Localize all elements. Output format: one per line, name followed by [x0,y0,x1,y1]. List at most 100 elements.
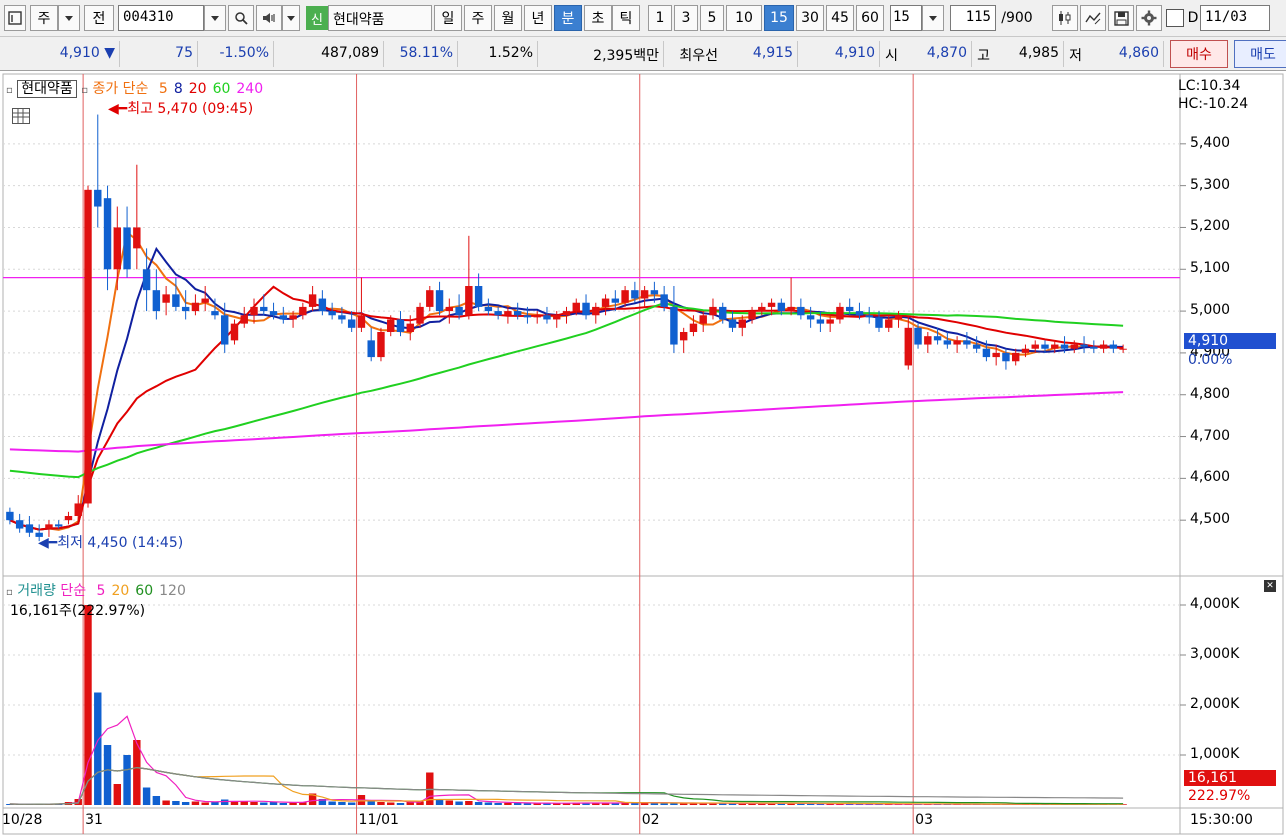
stock-code-input[interactable]: 004310 [118,5,204,31]
ma-label: 60 [135,583,154,599]
x-axis-label: 02 [641,812,660,828]
low-note-text: 최저 4,450 (14:45) [57,535,184,551]
volume-toggle-icon[interactable]: ▫ [6,587,13,598]
candle-body [582,302,590,316]
candle-body [465,286,473,316]
date-label-text: D [1187,10,1199,26]
tab-interval-label: 3 [681,10,691,26]
volume-bar [113,784,122,805]
legend-toggle-icon[interactable]: ▫ [81,85,88,96]
sell-button[interactable]: 매도 [1234,40,1286,68]
high-price: 4,985 [994,41,1064,67]
candle-body [64,516,73,521]
tab-interval-4[interactable]: 15 [764,5,794,31]
candle-body [767,302,776,307]
best-bid-value: 4,910 [834,45,875,61]
volume-bar [377,802,385,805]
save-icon[interactable] [1108,5,1134,31]
best-bid: 4,910 [798,41,880,67]
speaker-icon[interactable] [256,5,282,31]
candle-body [1109,344,1118,349]
tab-period-0[interactable]: 일 [434,5,462,31]
current-price-value: 4,910 [59,45,100,61]
candle-body [738,319,746,328]
tab-interval-2[interactable]: 5 [700,5,724,31]
chart-menu-icon[interactable] [4,5,26,31]
tab-period-2[interactable]: 월 [494,5,522,31]
volume-tag: 16,161 [1184,770,1276,786]
tab-interval-7[interactable]: 60 [856,5,884,31]
candle-body [982,348,991,358]
tab-period-6[interactable]: 틱 [612,5,640,31]
candle-body [611,298,620,303]
tab-interval-3[interactable]: 10 [726,5,762,31]
gear-icon[interactable] [1136,5,1162,31]
interval-value: 15 [893,9,910,25]
high-arrow-icon: ◀━ [108,101,128,117]
volume-bar [484,802,493,805]
interval-input[interactable]: 15 [890,5,922,31]
candle-body [240,315,248,324]
volume-ma-labels: 5 20 60 120 [91,583,186,599]
table-grid-icon[interactable] [12,108,30,124]
date-input[interactable]: 11/03 [1200,5,1270,31]
stock-name-display[interactable]: 현대약품 [328,5,432,31]
tab-interval-6[interactable]: 45 [826,5,854,31]
candle-type-icon[interactable] [1052,5,1078,31]
tab-interval-0[interactable]: 1 [648,5,672,31]
tab-period-label: 일 [441,11,455,27]
tab-period-4[interactable]: 분 [554,5,582,31]
market-select[interactable]: 주 [30,5,58,31]
tab-period-1[interactable]: 주 [464,5,492,31]
ma-label: 5 [158,81,168,97]
tab-interval-5[interactable]: 30 [796,5,824,31]
buy-button[interactable]: 매수 [1170,40,1228,68]
panel-toggle-icon[interactable]: ▫ [6,85,13,96]
market-dropdown-icon[interactable] [58,5,80,31]
stock-chart[interactable]: ▫ 현대약품 ▫ 종가 단순 5 8 20 60 240 ◀━최고 5,470 (09:… [0,72,1286,837]
candle-body [816,319,825,324]
speaker-dropdown-icon[interactable] [282,5,300,31]
candle-body [357,315,366,328]
volume-bar [513,803,522,805]
candle-body [338,315,346,320]
candle-body [289,315,297,320]
axis-tick-label: 4,800 [1190,385,1231,402]
buy-button-label: 매수 [1186,47,1212,63]
close-panel-icon[interactable]: ✕ [1264,580,1276,592]
candle-body [347,319,356,328]
code-dropdown-icon[interactable] [204,5,226,31]
candle-body [1031,344,1039,349]
candle-body [894,315,903,320]
tab-period-3[interactable]: 년 [524,5,552,31]
tab-interval-1[interactable]: 3 [674,5,698,31]
candle-body [592,306,600,316]
volume-bar [123,755,131,805]
stock-code-value: 004310 [123,9,174,25]
volume-bar [211,802,219,805]
period-mode-button[interactable]: 전 [84,5,114,31]
candle-body [396,319,405,332]
interval-dropdown-icon[interactable] [922,5,944,31]
price-ma-labels: 5 8 20 60 240 [153,81,263,97]
volume-bar [396,803,405,805]
candle-body [406,323,414,332]
date-checkbox[interactable] [1166,9,1184,27]
indicator-icon[interactable] [1080,5,1106,31]
credit-badge: 신 [306,6,328,30]
tab-interval-label: 30 [801,10,819,26]
volume-bar [250,802,258,805]
best-quote-label: 최우선 [664,41,722,67]
volume-bar [455,801,463,805]
tab-interval-label: 10 [735,10,753,26]
candle-body [279,315,288,320]
x-axis-label: 31 [85,812,103,828]
chart-canvas[interactable] [0,72,1286,837]
tab-period-5[interactable]: 초 [584,5,612,31]
candle-body [221,315,229,345]
high-price-value: 4,985 [1018,45,1059,61]
search-icon[interactable] [228,5,254,31]
price-panel-name[interactable]: 현대약품 [17,80,77,98]
count-input[interactable]: 115 [950,5,996,31]
candle-body [6,511,14,521]
